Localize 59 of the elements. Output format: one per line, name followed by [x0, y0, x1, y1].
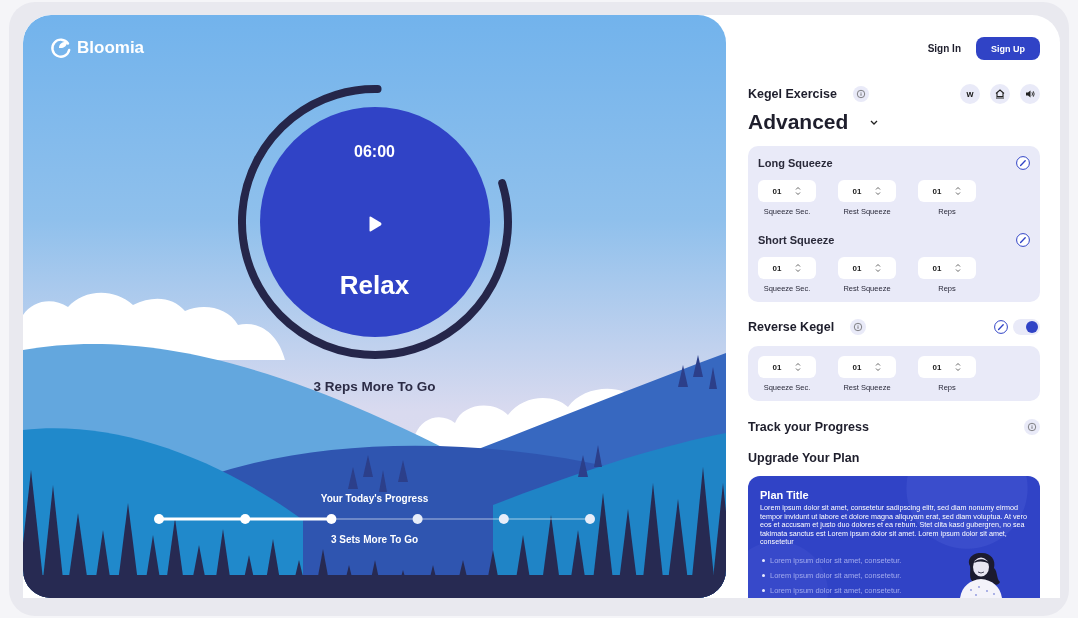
bullet-icon — [762, 588, 765, 592]
toggle-switch[interactable] — [1013, 319, 1040, 335]
speaker-icon[interactable] — [1020, 84, 1040, 104]
stepper-icon[interactable] — [795, 263, 802, 273]
house-icon[interactable] — [990, 84, 1010, 104]
section-title: Upgrade Your Plan — [748, 451, 861, 465]
pine-tree — [578, 455, 588, 477]
number-field[interactable]: 01 — [758, 180, 816, 202]
phase-label: Relax — [339, 270, 410, 300]
pine-tree — [379, 470, 387, 492]
pine-tree — [709, 367, 717, 389]
section-title: Track your Progress — [748, 420, 869, 434]
number-field[interactable]: 01 — [838, 180, 896, 202]
bullet-icon — [762, 573, 765, 577]
edit-icon[interactable] — [1016, 233, 1030, 247]
number-field[interactable]: 01 — [838, 356, 896, 378]
section-title: Reverse Kegel — [748, 320, 835, 334]
timer-time: 06:00 — [354, 143, 395, 161]
number-field[interactable]: 01 — [918, 356, 976, 378]
edit-icon[interactable] — [994, 320, 1008, 334]
group-title: Long Squeeze — [758, 156, 833, 170]
pine-tree — [594, 445, 602, 467]
stepper-icon[interactable] — [955, 263, 962, 273]
number-field[interactable]: 01 — [918, 257, 976, 279]
info-icon[interactable] — [1024, 419, 1040, 435]
pine-tree — [348, 467, 358, 489]
progress-title: Your Today's Progress — [320, 493, 429, 505]
stepper-icon[interactable] — [795, 362, 802, 372]
info-icon[interactable] — [850, 319, 867, 335]
stepper-icon[interactable] — [875, 362, 882, 372]
sets-remaining: 3 Sets More To Go — [330, 534, 419, 546]
number-field[interactable]: 01 — [838, 257, 896, 279]
stepper-icon[interactable] — [875, 186, 882, 196]
section-title: Kegel Exercise — [748, 87, 837, 101]
plan-title: Plan Title — [760, 488, 810, 502]
letter-button[interactable]: w — [960, 84, 980, 104]
sign-in-link[interactable]: Sign In — [927, 43, 961, 54]
stepper-icon[interactable] — [795, 186, 802, 196]
stepper-icon[interactable] — [955, 362, 962, 372]
sign-up-button[interactable]: Sign Up — [976, 37, 1040, 60]
play-icon[interactable] — [367, 216, 382, 232]
pine-tree — [398, 460, 408, 482]
chevron-down-icon[interactable] — [870, 119, 879, 125]
pine-tree — [693, 355, 703, 377]
pine-tree — [678, 365, 688, 387]
bullet-icon — [762, 558, 765, 562]
logo-icon — [50, 37, 72, 59]
brand-name: Bloomia — [77, 37, 145, 59]
difficulty-dropdown[interactable]: Advanced — [748, 109, 849, 135]
number-field[interactable]: 01 — [918, 180, 976, 202]
edit-icon[interactable] — [1016, 156, 1030, 170]
reps-remaining: 3 Reps More To Go — [313, 379, 436, 395]
stepper-icon[interactable] — [955, 186, 962, 196]
pine-tree — [363, 455, 373, 477]
group-title: Short Squeeze — [758, 233, 835, 247]
info-icon[interactable] — [852, 86, 869, 102]
stepper-icon[interactable] — [875, 263, 882, 273]
number-field[interactable]: 01 — [758, 257, 816, 279]
number-field[interactable]: 01 — [758, 356, 816, 378]
